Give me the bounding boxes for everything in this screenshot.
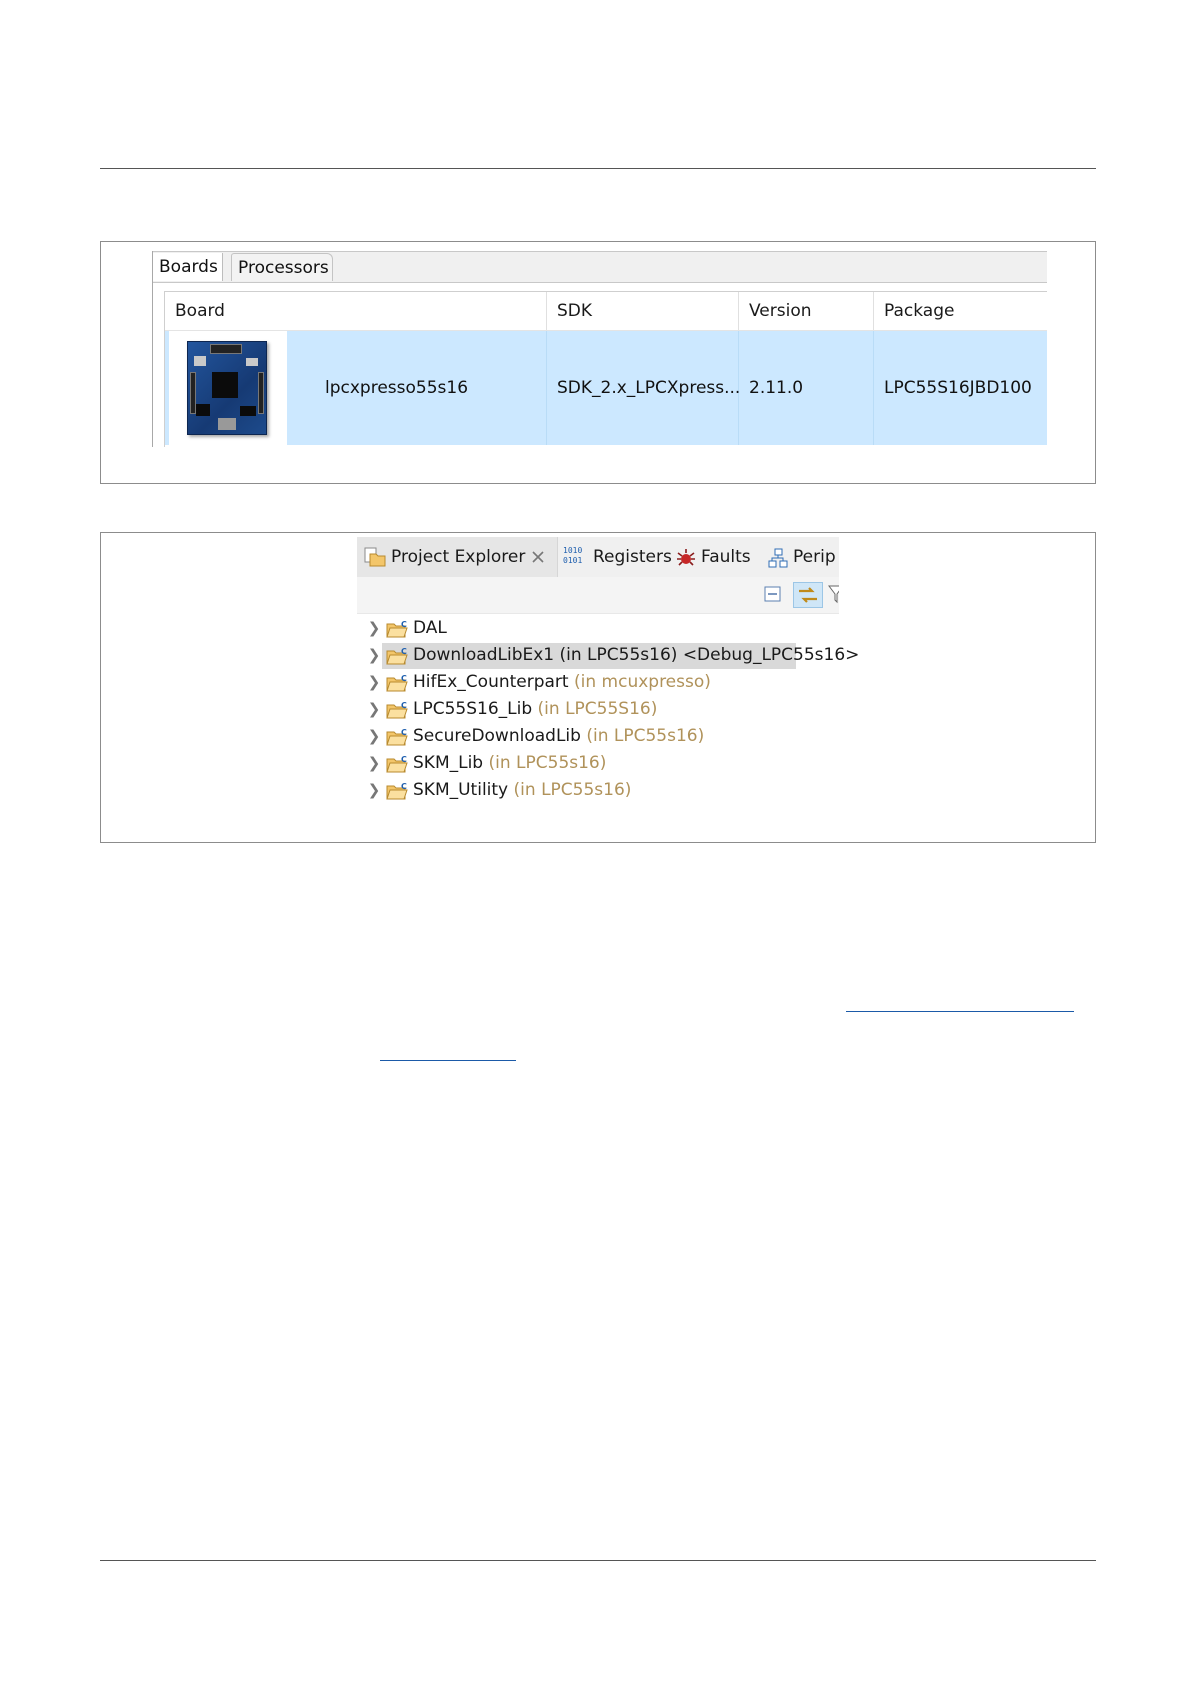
faults-icon	[677, 549, 695, 566]
hyperlink[interactable]	[380, 1060, 516, 1061]
project-folder-icon: C	[386, 647, 408, 665]
tree-item[interactable]: ❯ C SKM_Utility (in LPC55s16)	[357, 777, 839, 804]
chevron-right-icon[interactable]: ❯	[367, 696, 381, 723]
tab-boards[interactable]: Boards	[153, 253, 223, 281]
project-context: (in LPC55s16)	[513, 780, 632, 800]
board-selection-figure: Boards Processors Board SDK Version Pack…	[100, 241, 1096, 484]
svg-text:C: C	[401, 728, 407, 737]
link-with-editor-button[interactable]	[793, 582, 823, 608]
project-tree: ❯ C DAL ❯ C DownloadLibEx1 (in LPC55s16) <Deb…	[357, 615, 860, 804]
project-label: DownloadLibEx1 (in LPC55s16) <Debug_LPC5…	[413, 642, 863, 669]
cell-board-name: lpcxpresso55s16	[287, 331, 547, 445]
project-folder-icon: C	[386, 620, 408, 638]
svg-text:C: C	[401, 755, 407, 764]
project-name: HifEx_Counterpart	[413, 672, 569, 692]
project-name: SKM_Lib	[413, 753, 484, 773]
project-context: (in LPC55s16)	[488, 753, 607, 773]
tree-item[interactable]: ❯ C DownloadLibEx1 (in LPC55s16) <Debug_LP…	[357, 642, 859, 669]
tab-registers[interactable]: 1010 0101 Registers	[563, 537, 673, 577]
tree-item[interactable]: ❯ C DAL	[357, 615, 839, 642]
project-context: (in LPC55s16)	[586, 726, 705, 746]
board-selector-panel: Boards Processors Board SDK Version Pack…	[152, 251, 1047, 447]
view-tabstrip: Project Explorer 1010 0101 Registers Faul…	[357, 537, 839, 577]
column-header-version[interactable]: Version	[739, 292, 874, 330]
project-name: SecureDownloadLib	[413, 726, 581, 746]
tree-item[interactable]: ❯ C SecureDownloadLib (in LPC55s16)	[357, 723, 839, 750]
project-context: (in LPC55s16)	[559, 645, 678, 665]
project-folder-icon: C	[386, 701, 408, 719]
board-tabstrip: Boards Processors	[153, 251, 1047, 283]
project-explorer-view: Project Explorer 1010 0101 Registers Faul…	[357, 537, 860, 807]
header-rule	[100, 168, 1096, 169]
cell-version: 2.11.0	[739, 331, 874, 445]
project-context: (in LPC55S16)	[537, 699, 658, 719]
project-explorer-icon	[364, 547, 386, 567]
collapse-all-icon	[764, 586, 781, 602]
project-context: (in mcuxpresso)	[574, 672, 711, 692]
chevron-right-icon[interactable]: ❯	[367, 750, 381, 777]
project-name: LPC55S16_Lib	[413, 699, 533, 719]
project-folder-icon: C	[386, 755, 408, 773]
peripherals-icon	[768, 548, 788, 568]
project-label: SecureDownloadLib (in LPC55s16)	[413, 723, 708, 750]
tree-item[interactable]: ❯ C HifEx_Counterpart (in mcuxpresso)	[357, 669, 839, 696]
project-name: DownloadLibEx1	[413, 645, 555, 665]
project-name: DAL	[413, 618, 447, 638]
tab-label: Project Explorer	[391, 547, 526, 567]
link-with-editor-icon	[799, 587, 817, 603]
tab-label: Registers	[593, 547, 672, 567]
tab-label: Faults	[701, 547, 751, 567]
project-label: SKM_Lib (in LPC55s16)	[413, 750, 610, 777]
chevron-right-icon[interactable]: ❯	[367, 615, 381, 642]
svg-text:C: C	[401, 647, 407, 656]
project-label: DAL	[413, 615, 451, 642]
project-folder-icon: C	[386, 728, 408, 746]
svg-text:C: C	[401, 674, 407, 683]
svg-text:C: C	[401, 620, 407, 629]
tree-item[interactable]: ❯ C LPC55S16_Lib (in LPC55S16)	[357, 696, 839, 723]
collapse-all-button[interactable]	[759, 582, 789, 608]
project-label: SKM_Utility (in LPC55s16)	[413, 777, 635, 804]
board-image	[187, 341, 267, 435]
view-toolbar	[357, 577, 839, 614]
cell-package: LPC55S16JBD100	[884, 378, 1032, 398]
registers-icon: 1010 0101	[563, 546, 583, 565]
board-thumbnail-cell	[165, 331, 287, 445]
tab-project-explorer[interactable]: Project Explorer	[357, 537, 558, 577]
table-row[interactable]: lpcxpresso55s16 SDK_2.x_LPCXpress... 2.1…	[165, 331, 1047, 445]
project-folder-icon: C	[386, 674, 408, 692]
close-icon[interactable]	[531, 550, 545, 564]
filter-button[interactable]	[825, 582, 839, 608]
chevron-right-icon[interactable]: ❯	[367, 777, 381, 804]
column-header-sdk[interactable]: SDK	[547, 292, 739, 330]
chevron-right-icon[interactable]: ❯	[367, 642, 381, 669]
filter-icon	[828, 585, 839, 604]
hyperlink[interactable]	[846, 1011, 1074, 1012]
board-table-header: Board SDK Version Package	[165, 292, 1047, 331]
project-name: SKM_Utility	[413, 780, 509, 800]
tab-faults[interactable]: Faults	[673, 537, 763, 577]
column-header-board[interactable]: Board	[165, 292, 547, 330]
footer-rule	[100, 1560, 1096, 1561]
project-label: LPC55S16_Lib (in LPC55S16)	[413, 696, 661, 723]
tab-label: Perip	[793, 547, 836, 567]
tab-processors[interactable]: Processors	[231, 253, 333, 281]
chevron-right-icon[interactable]: ❯	[367, 723, 381, 750]
project-folder-icon: C	[386, 782, 408, 800]
build-config: <Debug_LPC55s16>	[682, 645, 860, 665]
svg-text:C: C	[401, 782, 407, 791]
tree-item[interactable]: ❯ C SKM_Lib (in LPC55s16)	[357, 750, 839, 777]
tab-peripherals[interactable]: Perip	[763, 537, 839, 577]
project-explorer-figure: Project Explorer 1010 0101 Registers Faul…	[100, 532, 1096, 843]
cell-sdk: SDK_2.x_LPCXpress...	[547, 331, 740, 445]
project-label: HifEx_Counterpart (in mcuxpresso)	[413, 669, 715, 696]
column-header-package[interactable]: Package	[874, 292, 1047, 330]
board-table: Board SDK Version Package lpcxpresso55s1…	[164, 291, 1047, 447]
chevron-right-icon[interactable]: ❯	[367, 669, 381, 696]
svg-text:C: C	[401, 701, 407, 710]
